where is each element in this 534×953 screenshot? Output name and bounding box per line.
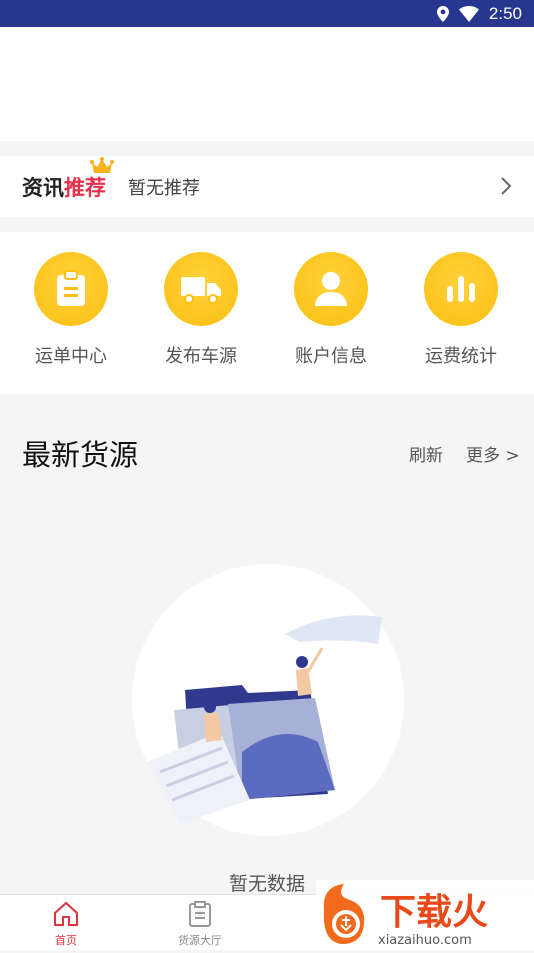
watermark-url: xiazaihuo.com bbox=[378, 933, 472, 948]
news-logo-part1: 资讯 bbox=[22, 175, 64, 200]
watermark-logo: 下载火 xiazaihuo.com bbox=[316, 880, 534, 949]
tab-cargo-hall[interactable]: 货源大厅 bbox=[155, 901, 245, 948]
clipboard-icon bbox=[34, 252, 108, 326]
menu-freight-stats[interactable]: 运费统计 bbox=[396, 252, 526, 368]
menu-account-info[interactable]: 账户信息 bbox=[266, 252, 396, 368]
banner-area[interactable] bbox=[0, 27, 534, 141]
chevron-right-icon[interactable] bbox=[500, 176, 512, 200]
menu-label: 运费统计 bbox=[425, 346, 497, 367]
news-text: 暂无推荐 bbox=[128, 177, 200, 199]
quick-menu: 运单中心 发布车源 账户信息 运费统计 bbox=[0, 232, 534, 394]
document-icon bbox=[189, 901, 211, 927]
menu-waybill-center[interactable]: 运单中心 bbox=[6, 252, 136, 368]
location-icon bbox=[436, 5, 449, 22]
wifi-icon bbox=[458, 5, 479, 22]
menu-label: 账户信息 bbox=[295, 346, 367, 367]
news-logo: 资讯推荐 bbox=[22, 156, 114, 202]
bar-chart-icon bbox=[424, 252, 498, 326]
empty-illustration bbox=[130, 562, 406, 842]
latest-cargo-title: 最新货源 bbox=[22, 438, 139, 472]
tab-label: 货源大厅 bbox=[178, 934, 222, 947]
refresh-button[interactable]: 刷新 bbox=[409, 441, 443, 466]
tab-label: 首页 bbox=[55, 934, 77, 947]
truck-icon bbox=[164, 252, 238, 326]
tab-home[interactable]: 首页 bbox=[21, 901, 111, 948]
menu-publish-vehicle[interactable]: 发布车源 bbox=[136, 252, 266, 368]
user-icon bbox=[294, 252, 368, 326]
watermark-brand: 下载火 bbox=[380, 892, 488, 933]
more-button[interactable]: 更多 > bbox=[466, 441, 520, 466]
crown-icon bbox=[90, 156, 114, 180]
status-time: 2:50 bbox=[488, 3, 522, 23]
status-bar: 2:50 bbox=[0, 0, 534, 27]
news-recommend-bar[interactable]: 资讯推荐 暂无推荐 bbox=[0, 156, 534, 217]
menu-label: 发布车源 bbox=[165, 346, 237, 367]
menu-label: 运单中心 bbox=[35, 346, 107, 367]
home-icon bbox=[54, 901, 78, 926]
